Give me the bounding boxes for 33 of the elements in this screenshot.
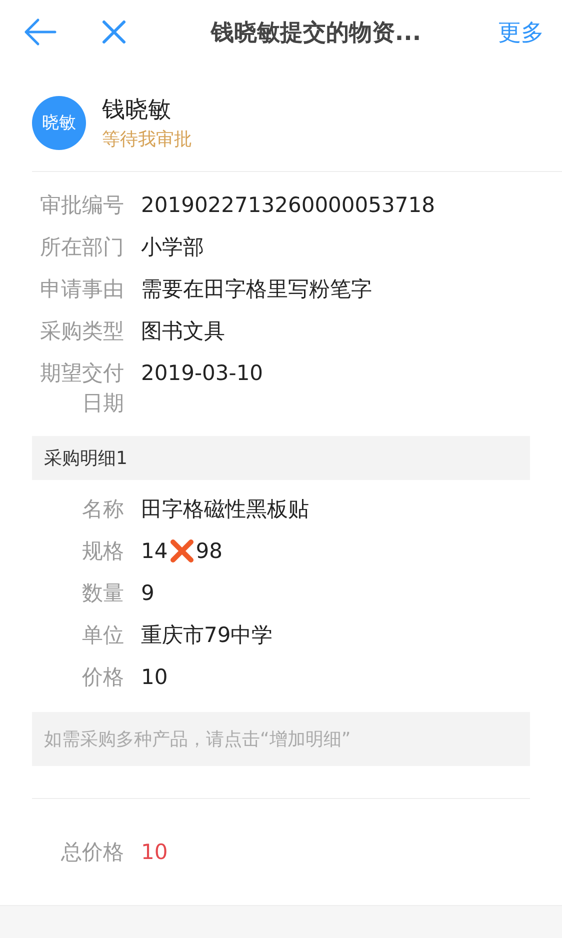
back-arrow-icon <box>23 17 57 47</box>
total-label: 总价格 <box>60 839 124 866</box>
field-value: 图书文具 <box>141 318 225 345</box>
total-value: 10 <box>141 840 168 864</box>
page-title: 钱晓敏提交的物资... <box>209 18 422 48</box>
field-label: 价格 <box>81 664 124 691</box>
field-label: 期望交付日期 <box>39 360 124 417</box>
field-value: 9 <box>141 580 154 607</box>
field-value: 需要在田字格里写粉笔字 <box>141 276 372 303</box>
section-header: 采购明细1 <box>32 436 530 480</box>
field-label: 审批编号 <box>39 192 124 219</box>
avatar: 晓敏 <box>32 96 86 150</box>
field-label: 名称 <box>81 496 124 523</box>
field-label: 数量 <box>81 580 124 607</box>
field-label: 采购类型 <box>39 318 124 345</box>
field-value: 2019022713260000053718 <box>141 192 435 219</box>
field-label: 申请事由 <box>39 276 124 303</box>
field-value: 14 <box>141 538 168 565</box>
field-label: 所在部门 <box>39 234 124 261</box>
more-button[interactable]: 更多 <box>498 16 544 48</box>
field-value: 10 <box>141 664 168 691</box>
hint-text: 如需采购多种产品，请点击“增加明细” <box>32 712 530 766</box>
field-value: 田字格磁性黑板贴 <box>141 496 309 523</box>
close-icon <box>101 19 127 45</box>
field-value: 2019-03-10 <box>141 360 264 387</box>
field-value: 小学部 <box>141 234 204 261</box>
approval-status: 等待我审批 <box>102 128 192 151</box>
field-label: 规格 <box>81 538 124 565</box>
cross-icon <box>168 538 195 564</box>
field-value: 98 <box>196 538 222 565</box>
field-value: 重庆市79中学 <box>141 622 273 649</box>
applicant-name: 钱晓敏 <box>102 96 172 125</box>
field-label: 单位 <box>81 622 124 649</box>
